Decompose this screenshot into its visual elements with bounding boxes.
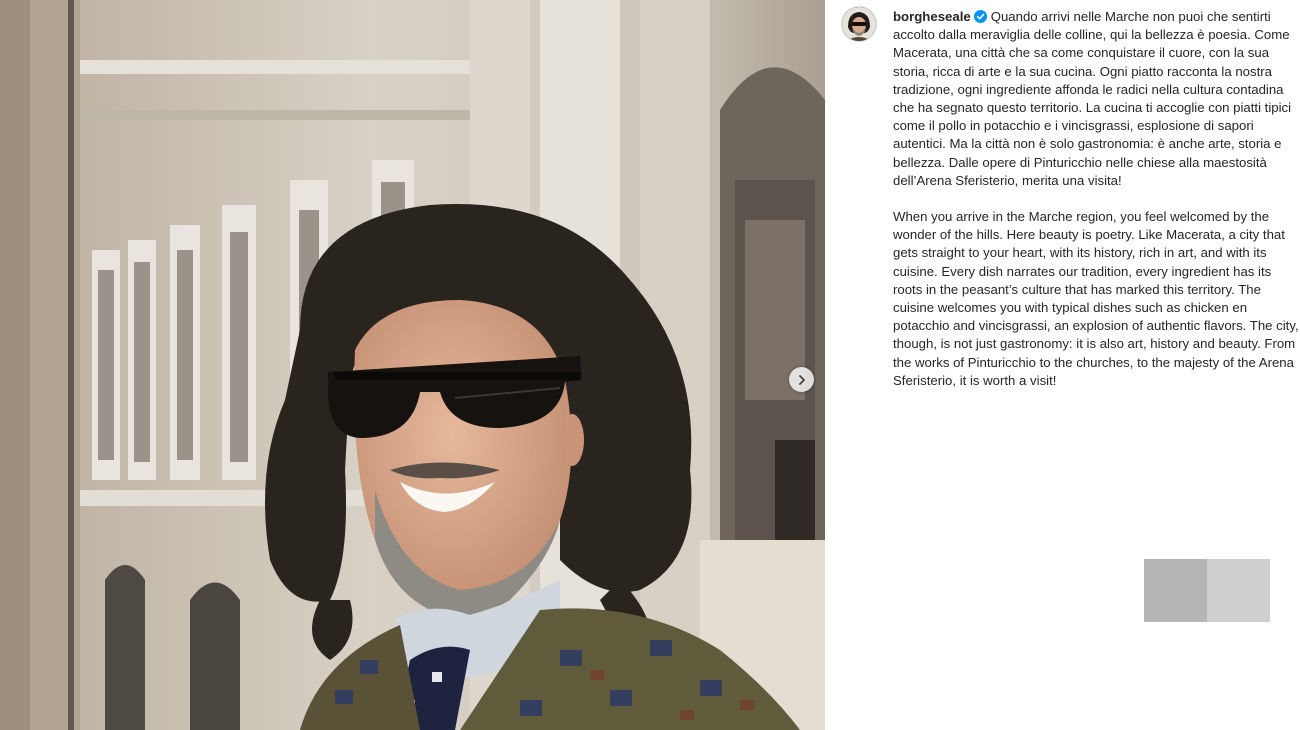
placeholder-block-dark xyxy=(1144,559,1207,622)
avatar[interactable] xyxy=(841,6,877,42)
placeholder-block-light xyxy=(1207,559,1270,622)
caption-italian-paragraph: borgheseale Quando arrivi nelle Marche no… xyxy=(893,8,1300,190)
carousel-next-button[interactable] xyxy=(789,367,814,392)
caption-english-paragraph: When you arrive in the Marche region, yo… xyxy=(893,209,1299,388)
post-caption: borgheseale Quando arrivi nelle Marche no… xyxy=(893,8,1300,390)
username-link[interactable]: borgheseale xyxy=(893,9,971,24)
caption-text-italian: Quando arrivi nelle Marche non puoi che … xyxy=(893,9,1295,188)
avatar-image xyxy=(842,7,876,41)
placeholder-thumbnail xyxy=(1144,559,1270,622)
chevron-right-icon xyxy=(798,374,805,385)
post-photo-illustration xyxy=(0,0,825,730)
verified-badge-icon xyxy=(973,10,987,23)
post-photo[interactable] xyxy=(0,0,825,730)
